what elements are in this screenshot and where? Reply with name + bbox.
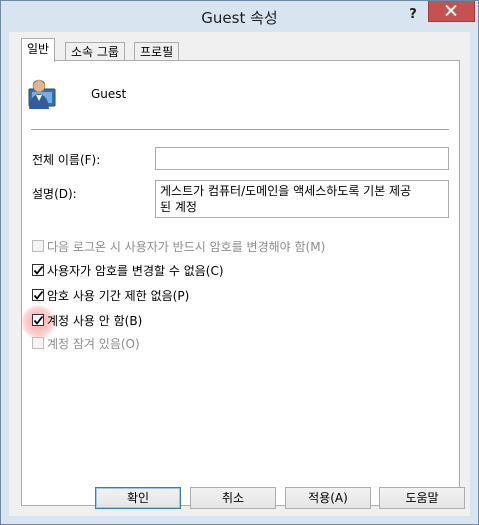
help-button[interactable]: ? <box>403 5 423 25</box>
option-account-disabled[interactable]: 계정 사용 안 함(B) <box>32 312 142 328</box>
user-name: Guest <box>91 87 127 101</box>
tab-general[interactable]: 일반 <box>21 38 56 62</box>
checkbox-unchecked[interactable] <box>32 337 44 349</box>
properties-dialog: Guest 속성 ? 일반 소속 그룹 프로필 Guest 전체 이름(F): … <box>0 0 479 525</box>
cancel-button[interactable]: 취소 <box>190 487 276 509</box>
checkbox-checked[interactable] <box>32 289 44 301</box>
option-label: 계정 잠겨 있음(O) <box>47 336 140 351</box>
checkbox-checked[interactable] <box>32 264 44 276</box>
user-icon <box>28 79 56 109</box>
tab-profile[interactable]: 프로필 <box>134 42 180 61</box>
option-label: 계정 사용 안 함(B) <box>47 313 143 328</box>
option-account-locked[interactable]: 계정 잠겨 있음(O) <box>32 335 140 351</box>
tab-member-of[interactable]: 소속 그룹 <box>65 42 125 61</box>
option-must-change-password[interactable]: 다음 로그온 시 사용자가 반드시 암호를 변경해야 함(M) <box>32 238 325 254</box>
option-password-never-expires[interactable]: 암호 사용 기간 제한 없음(P) <box>32 287 189 303</box>
full-name-label: 전체 이름(F): <box>32 153 101 167</box>
check-icon <box>33 315 44 325</box>
checkbox-unchecked[interactable] <box>32 240 44 252</box>
description-input[interactable]: 게스트가 컴퓨터/도메인을 액세스하도록 기본 제공 된 계정 <box>155 180 449 218</box>
close-icon <box>445 5 457 16</box>
title-bar[interactable]: Guest 속성 ? <box>1 1 478 32</box>
description-line-1: 게스트가 컴퓨터/도메인을 액세스하도록 기본 제공 <box>160 184 412 198</box>
check-icon <box>33 290 44 300</box>
description-line-2: 된 계정 <box>160 200 197 214</box>
apply-button[interactable]: 적용(A) <box>285 487 371 509</box>
option-label: 다음 로그온 시 사용자가 반드시 암호를 변경해야 함(M) <box>47 239 326 254</box>
general-tab-panel <box>21 60 460 506</box>
option-label: 사용자가 암호를 변경할 수 없음(C) <box>47 263 224 278</box>
description-label: 설명(D): <box>32 187 77 201</box>
full-name-input[interactable] <box>155 147 449 170</box>
help-dialog-button[interactable]: 도움말 <box>379 487 465 509</box>
checkbox-checked[interactable] <box>32 314 44 326</box>
option-label: 암호 사용 기간 제한 없음(P) <box>47 288 190 303</box>
option-cannot-change-password[interactable]: 사용자가 암호를 변경할 수 없음(C) <box>32 262 224 278</box>
ok-button[interactable]: 확인 <box>95 487 181 509</box>
separator-line <box>31 129 449 130</box>
close-button[interactable] <box>428 1 475 22</box>
check-icon <box>33 265 44 275</box>
